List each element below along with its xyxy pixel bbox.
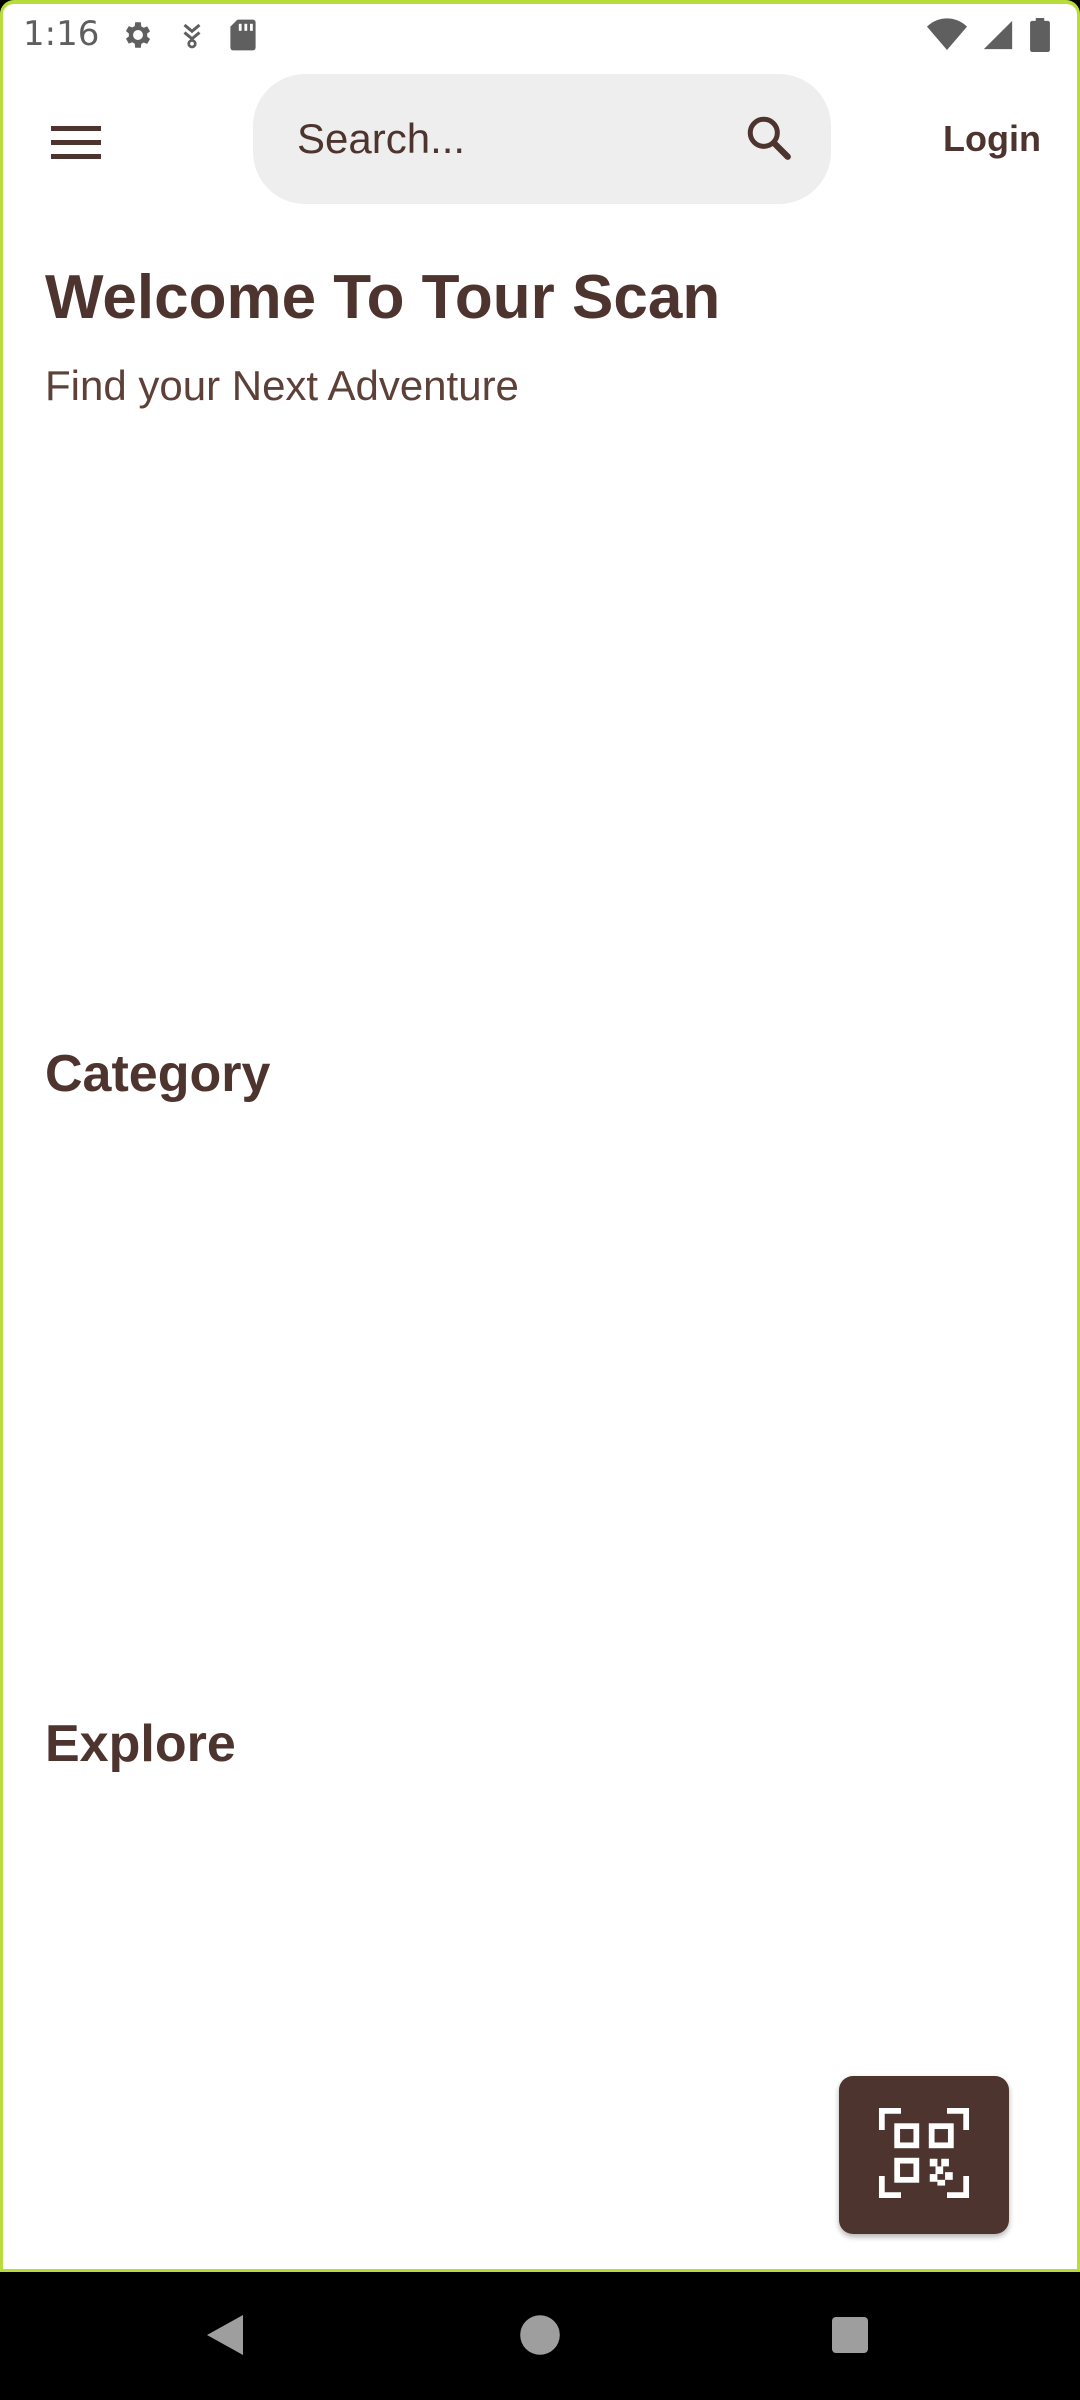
explore-heading: Explore	[45, 1715, 236, 1773]
settings-icon	[121, 18, 155, 57]
download-icon	[177, 18, 207, 57]
wifi-icon	[927, 18, 967, 57]
qr-code-scan-icon	[878, 2107, 970, 2204]
menu-button[interactable]	[39, 116, 113, 174]
home-button[interactable]	[505, 2302, 575, 2372]
page-title: Welcome To Tour Scan	[45, 263, 721, 332]
category-list	[45, 1124, 1035, 1684]
system-nav-bar	[0, 2272, 1080, 2400]
featured-area	[45, 444, 1035, 1004]
search-icon	[744, 113, 794, 168]
app-bar: Login	[3, 70, 1077, 210]
recents-square-icon	[830, 2315, 870, 2360]
home-circle-icon	[518, 2313, 562, 2362]
search-box	[253, 74, 831, 204]
battery-icon	[1029, 18, 1051, 57]
app-screen: 1:16 Search... Login Welcome To Tour Sca…	[0, 0, 1080, 2272]
status-time: 1:16	[23, 14, 100, 54]
search-input[interactable]	[295, 109, 715, 169]
status-icons-left	[121, 18, 257, 57]
hamburger-menu-icon	[51, 124, 101, 167]
status-icons-right	[927, 18, 1051, 57]
back-button[interactable]	[190, 2302, 260, 2372]
sd-card-icon	[229, 18, 257, 57]
search-button[interactable]	[739, 110, 799, 170]
back-triangle-icon	[203, 2311, 247, 2364]
login-button[interactable]: Login	[943, 118, 1041, 160]
category-heading: Category	[45, 1045, 271, 1103]
recents-button[interactable]	[815, 2302, 885, 2372]
qr-scan-button[interactable]	[839, 2076, 1009, 2234]
page-subtitle: Find your Next Adventure	[45, 362, 519, 409]
signal-icon	[981, 18, 1015, 57]
